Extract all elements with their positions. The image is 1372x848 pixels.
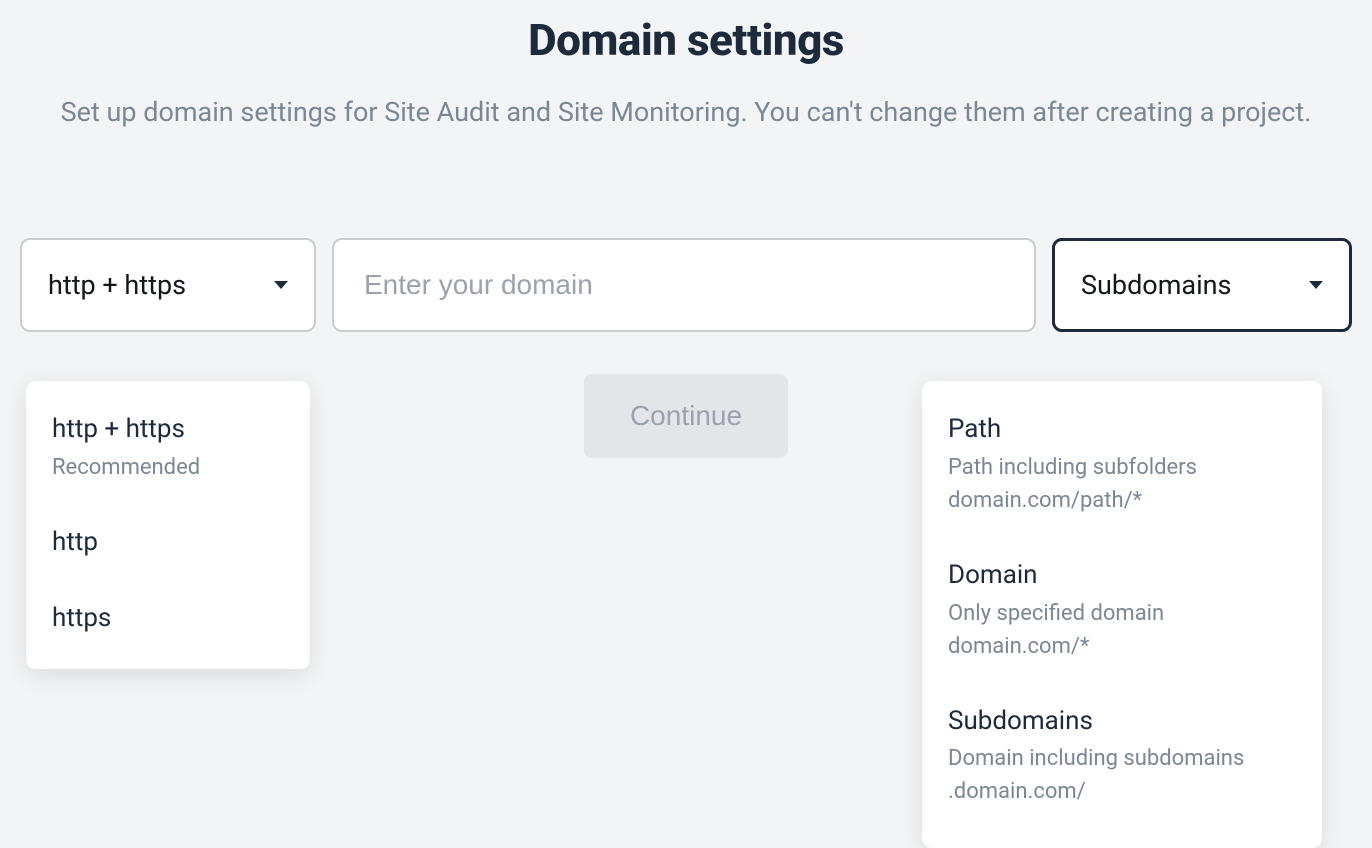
- crawl-option-domain[interactable]: Domain Only specified domain domain.com/…: [922, 545, 1322, 681]
- crawl-scope-dropdown-panel: Path Path including subfolders domain.co…: [922, 381, 1322, 848]
- dropdown-option-sub: Recommended: [52, 451, 284, 484]
- dropdown-option-label: http + https: [52, 413, 284, 447]
- continue-button[interactable]: Continue: [584, 374, 788, 458]
- dropdown-option-sub: Path including subfolders domain.com/pat…: [948, 451, 1296, 517]
- crawl-option-subdomains[interactable]: Subdomains Domain including subdomains .…: [922, 691, 1322, 827]
- crawl-scope-select[interactable]: Subdomains: [1052, 238, 1352, 332]
- dropdown-option-sub: Only specified domain domain.com/*: [948, 597, 1296, 663]
- protocol-option-https[interactable]: https: [26, 590, 310, 648]
- form-row: http + https Subdomains: [20, 238, 1352, 332]
- domain-input[interactable]: [332, 238, 1036, 332]
- protocol-select-label: http + https: [48, 269, 186, 301]
- dropdown-option-label: Subdomains: [948, 705, 1296, 739]
- crawl-option-path[interactable]: Path Path including subfolders domain.co…: [922, 399, 1322, 535]
- protocol-dropdown-panel: http + https Recommended http https: [26, 381, 310, 669]
- page-subtitle: Set up domain settings for Site Audit an…: [21, 92, 1351, 134]
- dropdown-option-label: https: [52, 602, 284, 636]
- dropdown-option-label: http: [52, 526, 284, 560]
- protocol-option-http-https[interactable]: http + https Recommended: [26, 401, 310, 496]
- protocol-option-http[interactable]: http: [26, 514, 310, 572]
- chevron-down-icon: [1309, 281, 1323, 289]
- protocol-select[interactable]: http + https: [20, 238, 316, 332]
- crawl-scope-select-label: Subdomains: [1081, 269, 1231, 301]
- dropdown-option-label: Domain: [948, 559, 1296, 593]
- dropdown-option-label: Path: [948, 413, 1296, 447]
- page-title: Domain settings: [20, 14, 1352, 66]
- dropdown-option-sub: Domain including subdomains .domain.com/: [948, 742, 1296, 808]
- chevron-down-icon: [274, 281, 288, 289]
